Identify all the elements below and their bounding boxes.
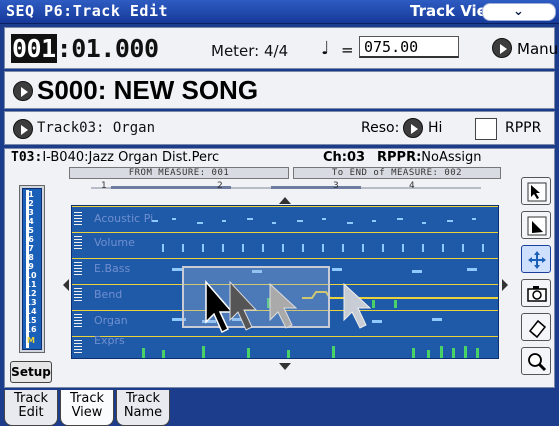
rppr-info-value: NoAssign [421, 150, 482, 165]
song-name: S000: NEW SONG [37, 75, 259, 105]
tab-track-view[interactable]: Track View [60, 390, 114, 426]
track-number: 11 [25, 280, 37, 289]
track-number: 15 [25, 316, 37, 325]
camera-tool-button[interactable] [521, 279, 551, 307]
chevron-down-icon: ⌄ [513, 4, 524, 19]
tab-track-name[interactable]: Track Name [116, 390, 170, 426]
track-number: 12 [25, 289, 37, 298]
tab-label-line2: Name [123, 405, 163, 420]
tempo-mode-label: Manu [517, 40, 559, 58]
reso-value: Hi [428, 120, 443, 136]
rppr-info: RPPR:NoAssign [377, 150, 482, 165]
eraser-tool-icon [528, 319, 547, 339]
setup-button[interactable]: Setup [10, 361, 52, 383]
track-number: 9 [28, 262, 34, 271]
track-number: 1 [28, 190, 34, 199]
track-number: 16 [25, 325, 37, 334]
scroll-left-arrow-icon[interactable] [63, 279, 69, 291]
tab-label-line1: Track [69, 391, 105, 406]
scroll-down-arrow-icon[interactable] [279, 363, 291, 370]
track-grid[interactable]: Acoustic Pi Volume E.Bass Bend Organ Exp… [71, 205, 499, 359]
page-menu-button[interactable]: ⌄ [482, 3, 556, 21]
ruler-mark: 3 [333, 181, 339, 191]
move-tool-button[interactable] [521, 245, 551, 273]
track-select-label: Track03: Organ [37, 120, 156, 136]
eraser-tool-button[interactable] [521, 313, 551, 341]
tab-label-line1: Track [125, 391, 161, 406]
draw-tool-button[interactable] [521, 211, 551, 239]
from-measure-bar: FROM MEASURE: 001 [69, 167, 289, 179]
tempo-field[interactable]: 075.00 [359, 36, 459, 58]
zoom-tool-icon [528, 353, 547, 372]
select-tool-button[interactable] [521, 177, 551, 205]
track-number-strip[interactable]: 1 2 3 4 5 6 7 8 9 10 11 12 13 14 15 16 M [19, 185, 45, 353]
track-view-area: T03:I-B040:Jazz Organ Dist.Perc Ch:03 RP… [4, 148, 555, 388]
zoom-tool-button[interactable] [521, 347, 551, 375]
scroll-up-arrow-icon[interactable] [279, 197, 291, 204]
title-bar: SEQ P6:Track Edit Track View ⌄ [0, 0, 559, 24]
select-tool-icon [527, 182, 547, 202]
scroll-right-arrow-icon[interactable] [502, 279, 508, 291]
draw-tool-icon [527, 216, 547, 236]
measure-ruler: 1 2 3 4 [71, 181, 501, 197]
program-name: I-B040:Jazz Organ Dist.Perc [42, 150, 220, 165]
tab-label-line2: View [71, 405, 103, 420]
rppr-label: RPPR [505, 120, 542, 136]
tab-label-line1: Track [13, 391, 49, 406]
reso-select-button[interactable] [403, 118, 423, 138]
track-number: 4 [28, 217, 34, 226]
tab-track-edit[interactable]: Track Edit [4, 390, 58, 426]
track-number: 3 [28, 208, 34, 217]
ruler-mark: 1 [101, 181, 107, 191]
drag-cursors [205, 279, 372, 334]
tempo-equals: = [341, 41, 354, 59]
camera-tool-icon [527, 286, 547, 302]
page-tabs: Track Edit Track View Track Name [0, 390, 559, 426]
song-row: S000: NEW SONG [4, 71, 555, 109]
channel-info: Ch:03 [323, 150, 366, 165]
rppr-info-label: RPPR: [377, 150, 422, 165]
ruler-segment [271, 186, 361, 189]
track-number: 7 [28, 244, 34, 253]
track-program-info: T03:I-B040:Jazz Organ Dist.Perc [11, 150, 219, 165]
cursor-arrow-icon [205, 279, 234, 334]
track-number: 14 [25, 307, 37, 316]
track-prefix: T03: [11, 150, 43, 165]
ruler-mark: 4 [409, 181, 415, 191]
meter-label: Meter: 4/4 [211, 42, 289, 60]
move-tool-icon [528, 251, 546, 269]
location-field[interactable]: 001:01.000 [11, 34, 159, 63]
tab-label-line2: Edit [18, 405, 44, 420]
beat-tick-field[interactable]: :01.000 [57, 34, 159, 63]
ruler-mark: 2 [217, 181, 223, 191]
track-number: 2 [28, 199, 34, 208]
track-row: Track03: Organ Reso: Hi RPPR [4, 111, 555, 145]
song-select-button[interactable] [13, 81, 33, 101]
mode-title: SEQ P6:Track Edit [6, 2, 169, 20]
quarter-note-icon: ♩ [321, 38, 330, 59]
track-number: 6 [28, 235, 34, 244]
track-number: 5 [28, 226, 34, 235]
track-number-master: M [27, 336, 35, 345]
tempo-mode-button[interactable] [492, 38, 512, 58]
track-number: 10 [25, 271, 37, 280]
track-number: 8 [28, 253, 34, 262]
track-number: 13 [25, 298, 37, 307]
reso-label: Reso: [361, 120, 400, 136]
rppr-checkbox[interactable] [475, 118, 497, 140]
track-select-button[interactable] [13, 119, 33, 139]
ruler-segment [111, 186, 231, 189]
measure-field[interactable]: 001 [11, 34, 57, 63]
to-measure-bar: To END of MEASURE: 002 [293, 167, 501, 179]
locator-row: 001:01.000 Meter: 4/4 ♩ = 075.00 Manu [4, 27, 559, 69]
